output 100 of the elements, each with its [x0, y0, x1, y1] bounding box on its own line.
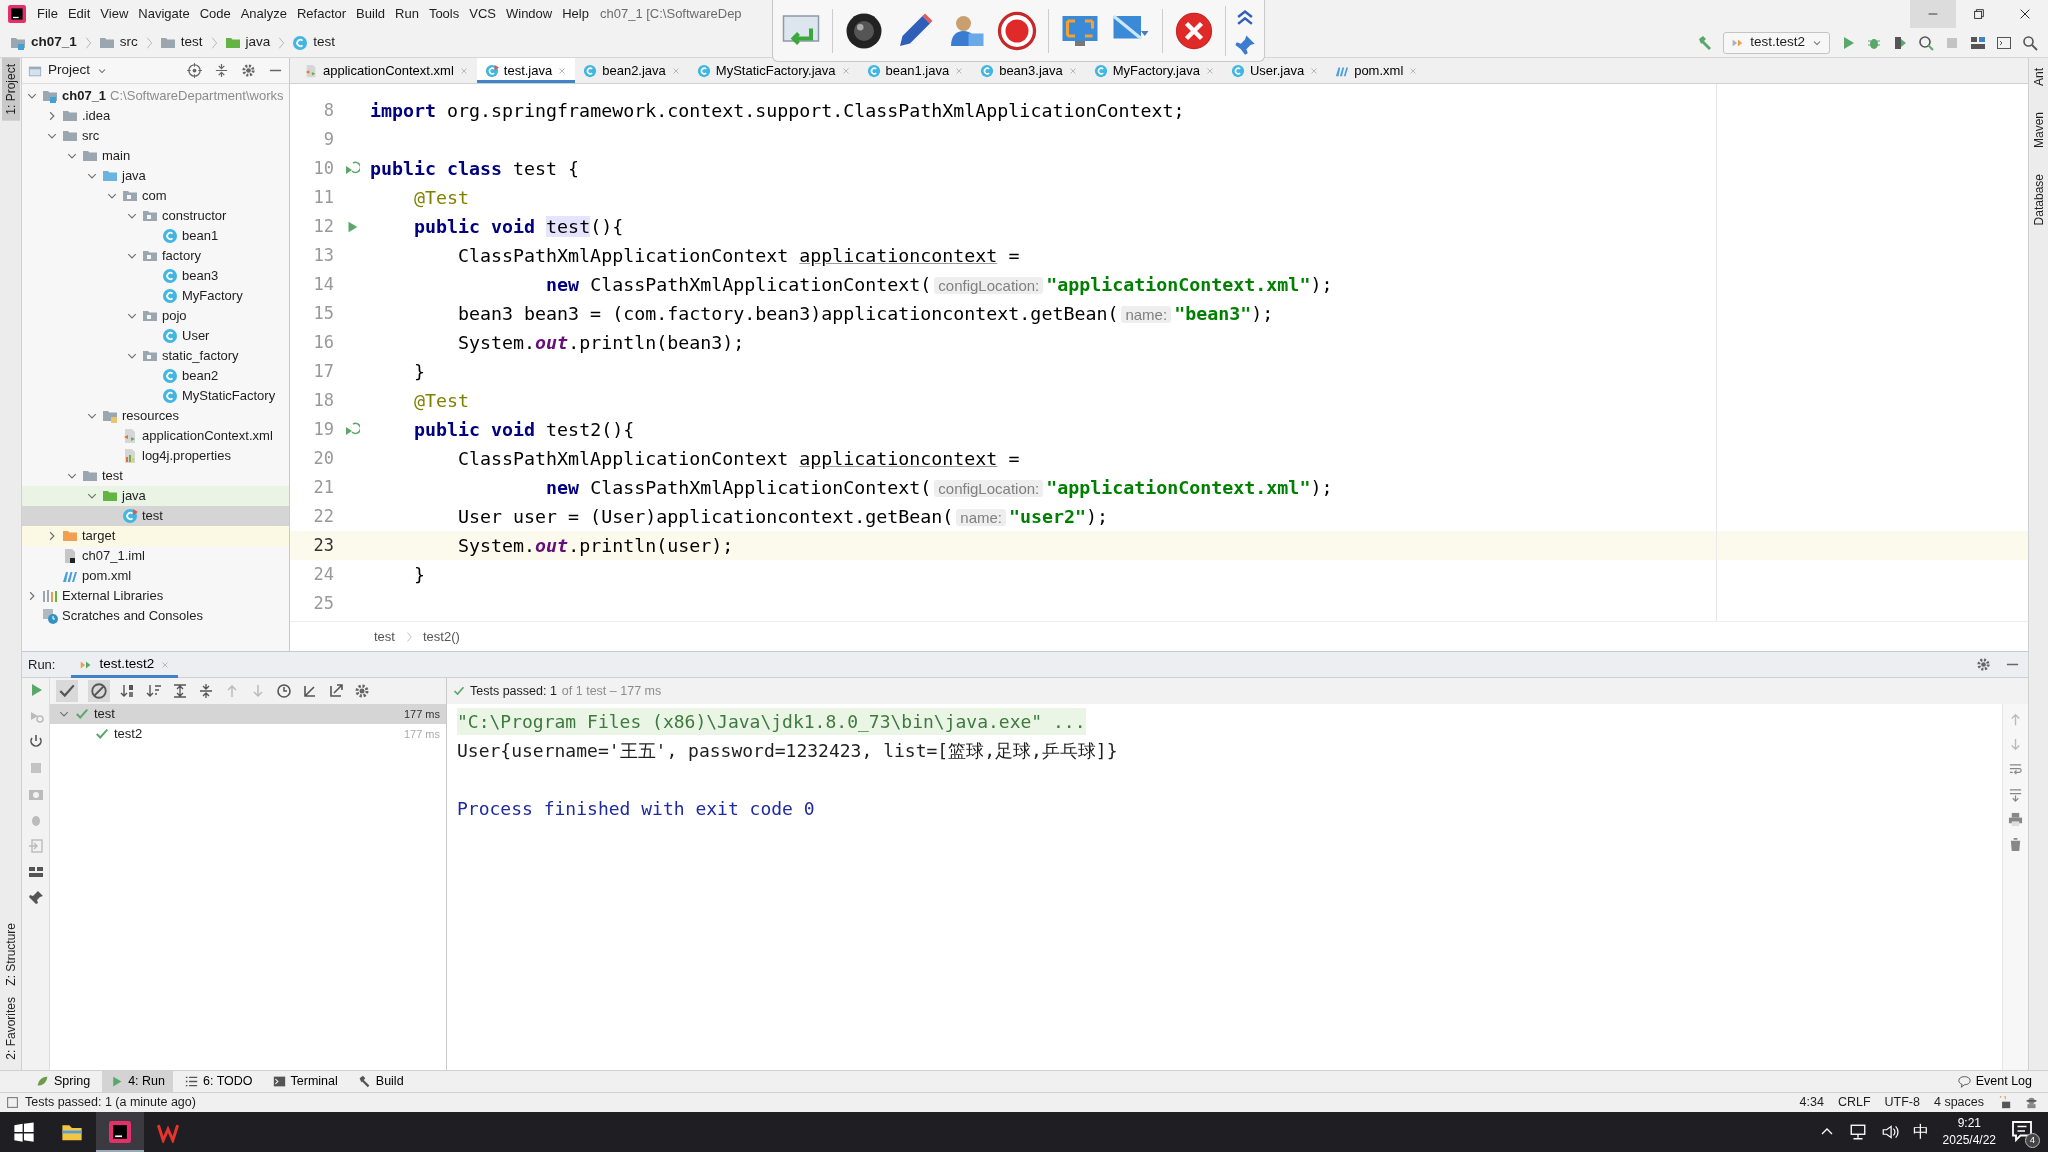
show-passed-icon[interactable] [56, 680, 78, 702]
tree-item[interactable]: Scratches and Consoles [22, 606, 289, 626]
tool-tab[interactable]: Terminal [264, 1070, 346, 1093]
layout-icon[interactable] [27, 864, 44, 880]
scroll-to-end-icon[interactable] [2008, 787, 2023, 802]
collapse-all-icon[interactable] [198, 683, 214, 699]
test-item[interactable]: test 177 ms [50, 704, 446, 724]
tree-item[interactable]: com [22, 186, 289, 206]
expand-all-icon[interactable] [172, 683, 188, 699]
tool-tab[interactable]: 4: Run [102, 1070, 173, 1093]
tree-item[interactable]: static_factory [22, 346, 289, 366]
pin-icon[interactable] [27, 890, 44, 906]
network-icon[interactable] [1848, 1123, 1867, 1141]
editor-tab[interactable]: User.java [1222, 58, 1328, 83]
tree-item[interactable]: test [22, 506, 289, 526]
test-item[interactable]: test2 177 ms [50, 724, 446, 744]
input-method[interactable]: 中 [1912, 1120, 1929, 1144]
history-icon[interactable] [276, 683, 292, 699]
menu-item[interactable]: Code [194, 4, 236, 24]
tool-window-tab[interactable]: Z: Structure [1, 916, 20, 992]
tool-window-tab[interactable]: Database [2029, 168, 2048, 232]
tool-tab[interactable]: 6: TODO [177, 1070, 261, 1093]
breadcrumb-item[interactable]: test [159, 32, 203, 53]
project-structure-icon[interactable] [1970, 34, 1986, 51]
sort-duration-icon[interactable] [146, 683, 162, 699]
tree-item[interactable]: External Libraries [22, 586, 289, 606]
breadcrumb-item[interactable]: src [98, 32, 138, 53]
sort-icon[interactable] [120, 683, 136, 699]
menu-item[interactable]: Run [390, 4, 424, 24]
tree-item[interactable]: pojo [22, 306, 289, 326]
editor-tab[interactable]: MyStaticFactory.java [688, 58, 859, 83]
tree-item[interactable]: ch07_1 C:\SoftwareDepartment\works [22, 86, 289, 106]
project-view-dropdown[interactable]: Project [28, 60, 109, 81]
soft-wrap-icon[interactable] [2008, 762, 2023, 777]
menu-item[interactable]: VCS [464, 4, 501, 24]
tool-tab[interactable]: Spring [28, 1070, 99, 1093]
tree-item[interactable]: pom.xml [22, 566, 289, 586]
tool-window-tab[interactable]: 1: Project [1, 58, 20, 121]
search-icon[interactable] [2022, 34, 2038, 51]
menu-item[interactable]: Help [557, 4, 594, 24]
profiler-icon[interactable] [1918, 34, 1934, 51]
record-icon[interactable] [997, 10, 1037, 51]
lock-icon[interactable] [1998, 1096, 2011, 1109]
event-log-tab[interactable]: Event Log [1949, 1070, 2040, 1093]
menu-item[interactable]: Window [500, 4, 558, 24]
collapse-icon[interactable] [214, 63, 229, 78]
print-icon[interactable] [2008, 812, 2023, 827]
tree-item[interactable]: resources [22, 406, 289, 426]
menu-item[interactable]: View [95, 4, 134, 24]
menu-item[interactable]: Tools [423, 4, 465, 24]
editor-tab[interactable]: test.java [476, 58, 576, 83]
status-item[interactable]: 4 spaces [1933, 1093, 1984, 1112]
notification-icon[interactable] [2010, 1119, 2034, 1143]
run-config-dropdown[interactable]: test.test2 [1723, 31, 1830, 54]
menu-item[interactable]: Build [351, 4, 390, 24]
menu-item[interactable]: Analyze [235, 4, 292, 24]
tool-window-tab[interactable]: 2: Favorites [1, 991, 20, 1066]
menu-item[interactable]: File [32, 4, 63, 24]
tree-item[interactable]: log4j.properties [22, 446, 289, 466]
tree-item[interactable]: java [22, 166, 289, 186]
editor-tab[interactable]: applicationContext.xml [296, 58, 477, 83]
tree-item[interactable]: User [22, 326, 289, 346]
editor-tab[interactable]: MyFactory.java [1085, 58, 1223, 83]
tree-item[interactable]: java [22, 486, 289, 506]
breadcrumb-item[interactable]: test2() [422, 626, 460, 647]
breadcrumb-item[interactable]: ch07_1 [10, 32, 77, 53]
inspector-icon[interactable] [2025, 1096, 2038, 1109]
import-icon[interactable] [302, 683, 318, 699]
editor-tab[interactable]: pom.xml [1327, 58, 1427, 83]
terminal-icon[interactable] [1996, 34, 2012, 51]
pin-icon[interactable] [1234, 33, 1256, 56]
tree-item[interactable]: MyFactory [22, 286, 289, 306]
tree-item[interactable]: target [22, 526, 289, 546]
tree-item[interactable]: bean1 [22, 226, 289, 246]
tree-item[interactable]: test [22, 466, 289, 486]
locate-icon[interactable] [187, 63, 202, 78]
tool-tab[interactable]: Build [349, 1070, 412, 1093]
tree-item[interactable]: constructor [22, 206, 289, 226]
status-item[interactable]: CRLF [1837, 1093, 1871, 1112]
menu-item[interactable]: Edit [62, 4, 96, 24]
tool-window-tab[interactable]: Maven [2029, 106, 2048, 155]
menu-item[interactable]: Navigate [133, 4, 195, 24]
settings-icon[interactable] [354, 683, 370, 699]
status-item[interactable]: 4:34 [1799, 1093, 1824, 1112]
tree-item[interactable]: applicationContext.xml [22, 426, 289, 446]
panel-toggle-icon[interactable] [6, 1096, 19, 1109]
build-icon[interactable] [1697, 34, 1714, 51]
run-tests-icon[interactable] [344, 421, 360, 438]
tree-item[interactable]: bean2 [22, 366, 289, 386]
coverage-icon[interactable] [1892, 34, 1908, 51]
run-tab[interactable]: test.test2 [71, 651, 179, 678]
breadcrumb-item[interactable]: java [224, 32, 271, 53]
breadcrumb-item[interactable]: test [292, 32, 336, 53]
tree-item[interactable]: src [22, 126, 289, 146]
tree-item[interactable]: ch07_1.iml [22, 546, 289, 566]
export-icon[interactable] [328, 683, 344, 699]
tree-item[interactable]: factory [22, 246, 289, 266]
run-tests-icon[interactable] [344, 160, 360, 177]
close-icon[interactable] [1174, 10, 1214, 51]
tree-item[interactable]: .idea [22, 106, 289, 126]
